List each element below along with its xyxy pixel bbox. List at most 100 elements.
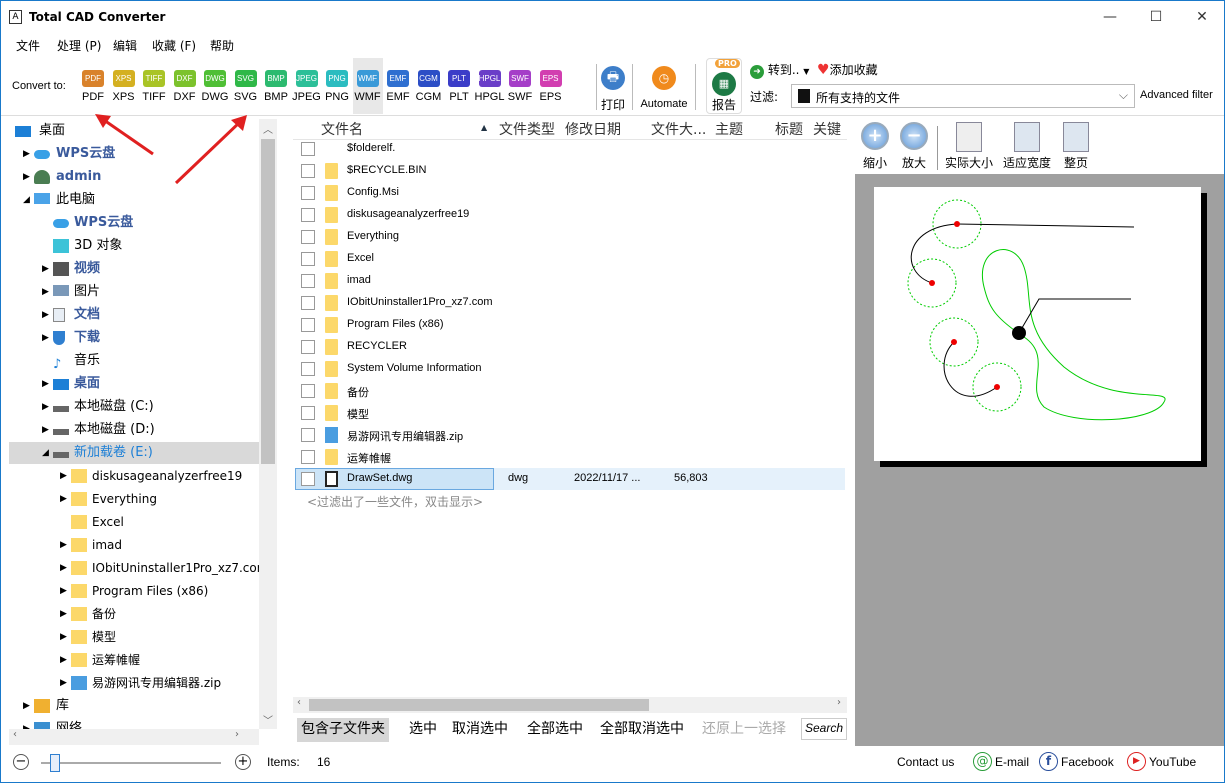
minimize-button[interactable]: —: [1087, 1, 1133, 33]
zoom-slider-thumb[interactable]: [49, 754, 60, 772]
column-title[interactable]: 标题: [775, 119, 803, 139]
tree-item[interactable]: 桌面: [9, 120, 259, 142]
fit-width-button[interactable]: 适应宽度: [1003, 122, 1051, 171]
convert-hpgl-button[interactable]: HPGL HPGL: [475, 66, 505, 103]
expand-icon[interactable]: ▶: [60, 488, 67, 510]
expand-icon[interactable]: ▶: [23, 143, 30, 165]
expand-icon[interactable]: ▶: [42, 419, 49, 441]
file-row[interactable]: $RECYCLE.BIN: [295, 160, 845, 182]
row-checkbox[interactable]: [301, 186, 315, 200]
expand-icon[interactable]: ▶: [60, 534, 67, 556]
expand-icon[interactable]: ▶: [42, 373, 49, 395]
maximize-button[interactable]: ☐: [1133, 1, 1179, 33]
youtube-icon[interactable]: ▶: [1127, 752, 1146, 771]
file-list-hscrollbar[interactable]: ‹ ›: [293, 697, 847, 713]
convert-emf-button[interactable]: EMF EMF: [383, 66, 413, 103]
convert-bmp-button[interactable]: BMP BMP: [261, 66, 291, 103]
tree-item[interactable]: WPS云盘: [9, 212, 259, 234]
column-keywords[interactable]: 关键: [813, 119, 841, 139]
file-row[interactable]: Config.Msi: [295, 182, 845, 204]
tree-item[interactable]: ◢ 此电脑: [9, 189, 259, 211]
row-checkbox[interactable]: [301, 472, 315, 486]
tree-item[interactable]: Excel: [9, 511, 259, 533]
include-subfolders-button[interactable]: 包含子文件夹: [297, 718, 389, 742]
file-row[interactable]: Excel: [295, 248, 845, 270]
row-checkbox[interactable]: [301, 318, 315, 332]
expand-icon[interactable]: ▶: [60, 557, 67, 579]
tree-item[interactable]: ▶ admin: [9, 166, 259, 188]
tree-item[interactable]: ▶ 本地磁盘 (D:): [9, 419, 259, 441]
tree-item[interactable]: ▶ 易游网讯专用编辑器.zip: [9, 672, 259, 694]
file-row[interactable]: imad: [295, 270, 845, 292]
convert-xps-button[interactable]: XPS XPS: [109, 66, 139, 103]
convert-pdf-button[interactable]: PDF PDF: [78, 66, 108, 103]
file-row[interactable]: 易游网讯专用编辑器.zip: [295, 424, 845, 446]
tree-item[interactable]: ▶ 运筹帷幄: [9, 649, 259, 671]
tree-item[interactable]: ▶ 备份: [9, 603, 259, 625]
tree-item[interactable]: ◢ 新加载卷 (E:): [9, 442, 259, 464]
file-row[interactable]: DrawSet.dwg dwg 2022/11/17 ... 56,803: [295, 468, 845, 490]
expand-icon[interactable]: ▶: [42, 281, 49, 303]
zoom-slider[interactable]: [41, 754, 221, 772]
select-button[interactable]: 选中: [405, 718, 441, 742]
convert-dxf-button[interactable]: DXF DXF: [170, 66, 200, 103]
deselect-all-button[interactable]: 全部取消选中: [596, 718, 688, 742]
row-checkbox[interactable]: [301, 428, 315, 442]
tree-hscrollbar[interactable]: ‹ ›: [9, 729, 259, 745]
column-subject[interactable]: 主题: [715, 119, 743, 139]
convert-swf-button[interactable]: SWF SWF: [505, 66, 535, 103]
filtered-files-note[interactable]: <过滤出了一些文件，双击显示>: [307, 493, 483, 510]
row-checkbox[interactable]: [301, 340, 315, 354]
menu-favorites[interactable]: 收藏 (F): [152, 37, 196, 54]
convert-plt-button[interactable]: PLT PLT: [444, 66, 474, 103]
email-icon[interactable]: @: [973, 752, 992, 771]
menu-help[interactable]: 帮助: [210, 37, 234, 54]
convert-tiff-button[interactable]: TIFF TIFF: [139, 66, 169, 103]
menu-edit[interactable]: 编辑: [113, 37, 137, 54]
collapse-icon[interactable]: ◢: [23, 189, 30, 211]
convert-png-button[interactable]: PNG PNG: [322, 66, 352, 103]
tree-item[interactable]: ▶ imad: [9, 534, 259, 556]
add-favorite-button[interactable]: ♥添加收藏: [817, 61, 878, 78]
row-checkbox[interactable]: [301, 296, 315, 310]
expand-icon[interactable]: ▶: [60, 672, 67, 694]
file-row[interactable]: System Volume Information: [295, 358, 845, 380]
actual-size-button[interactable]: 实际大小: [945, 122, 993, 171]
expand-icon[interactable]: ▶: [60, 580, 67, 602]
tree-item[interactable]: ▶ 库: [9, 695, 259, 717]
row-checkbox[interactable]: [301, 406, 315, 420]
collapse-icon[interactable]: ◢: [42, 442, 49, 464]
file-row[interactable]: Program Files (x86): [295, 314, 845, 336]
row-checkbox[interactable]: [301, 450, 315, 464]
expand-icon[interactable]: ▶: [60, 465, 67, 487]
tree-scrollbar[interactable]: ︿ ﹀: [259, 119, 277, 729]
column-type[interactable]: 文件类型: [499, 119, 555, 139]
tree-item[interactable]: 3D 对象: [9, 235, 259, 257]
facebook-icon[interactable]: f: [1039, 752, 1058, 771]
preview-canvas[interactable]: [855, 174, 1224, 746]
file-row[interactable]: diskusageanalyzerfree19: [295, 204, 845, 226]
column-name[interactable]: 文件名: [321, 119, 363, 139]
convert-eps-button[interactable]: EPS EPS: [536, 66, 566, 103]
select-all-button[interactable]: 全部选中: [523, 718, 587, 742]
full-page-button[interactable]: 整页: [1063, 122, 1089, 171]
row-checkbox[interactable]: [301, 362, 315, 376]
advanced-filter-link[interactable]: Advanced filter: [1140, 89, 1213, 101]
tree-item[interactable]: ▶ IObitUninstaller1Pro_xz7.com: [9, 557, 268, 579]
goto-button[interactable]: ➜ 转到.. ▼: [750, 61, 809, 79]
expand-icon[interactable]: ▶: [60, 626, 67, 648]
tree-item[interactable]: ▶ 本地磁盘 (C:): [9, 396, 259, 418]
tree-item[interactable]: ▶ 模型: [9, 626, 259, 648]
row-checkbox[interactable]: [301, 142, 315, 156]
tree-item[interactable]: ▶ WPS云盘: [9, 143, 259, 165]
youtube-link[interactable]: YouTube: [1149, 755, 1196, 769]
expand-icon[interactable]: ▶: [60, 649, 67, 671]
row-checkbox[interactable]: [301, 252, 315, 266]
tree-item[interactable]: ♪ 音乐: [9, 350, 259, 372]
convert-cgm-button[interactable]: CGM CGM: [414, 66, 444, 103]
email-link[interactable]: E-mail: [995, 755, 1029, 769]
row-checkbox[interactable]: [301, 384, 315, 398]
file-row[interactable]: 备份: [295, 380, 845, 402]
convert-svg-button[interactable]: SVG SVG: [231, 66, 261, 103]
expand-icon[interactable]: ▶: [42, 304, 49, 326]
